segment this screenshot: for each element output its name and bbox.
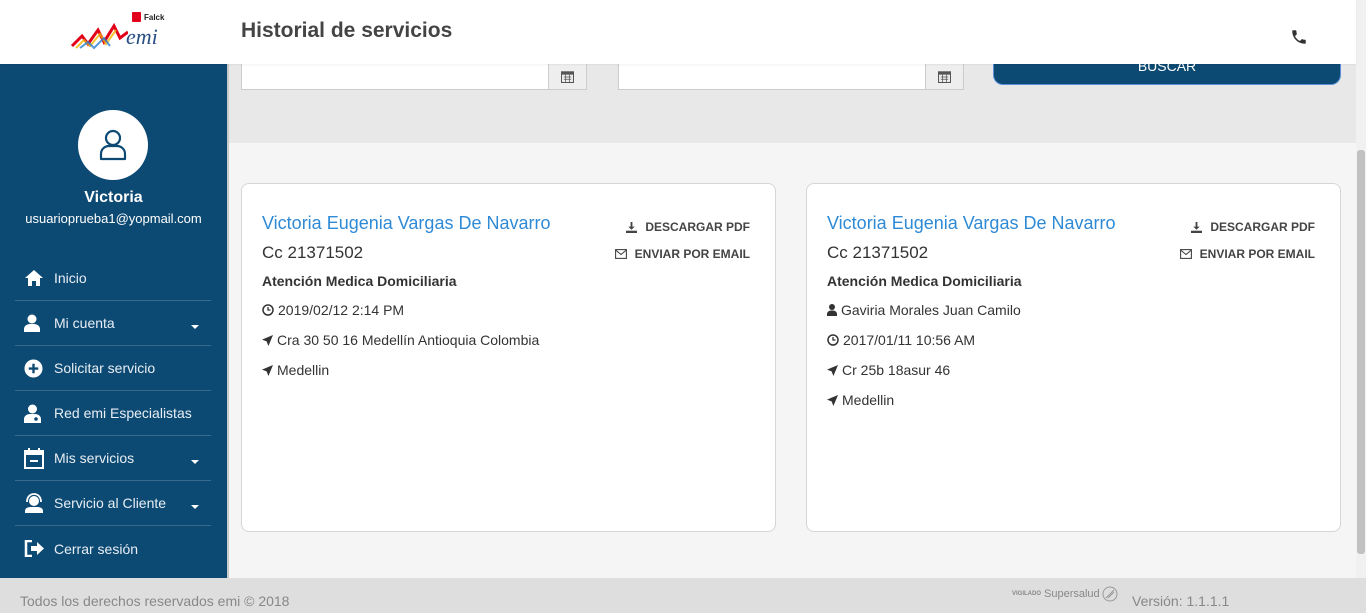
service-city: Medellin: [262, 362, 329, 378]
service-card: Victoria Eugenia Vargas De Navarro Cc 21…: [241, 183, 776, 532]
service-city: Medellin: [827, 392, 894, 408]
supersalud-label: Supersalud: [1044, 588, 1100, 600]
sidebar-item-red-emi-especialistas[interactable]: Red emi Especialistas: [15, 391, 211, 436]
sidebar-item-mi-cuenta[interactable]: Mi cuenta: [15, 301, 211, 346]
footer: Todos los derechos reservados emi © 2018…: [0, 578, 1366, 613]
service-date-text: 2019/02/12 2:14 PM: [278, 302, 405, 318]
download-pdf-label: DESCARGAR PDF: [645, 220, 750, 234]
download-icon: [1191, 221, 1203, 233]
sidebar: Victoria usuarioprueba1@yopmail.com Inic…: [0, 64, 227, 578]
service-city-text: Medellin: [842, 392, 895, 408]
scrollbar-thumb[interactable]: [1357, 150, 1365, 554]
sidebar-item-inicio[interactable]: Inicio: [15, 256, 211, 301]
location-arrow-icon: [262, 334, 273, 346]
calendar-icon[interactable]: [548, 64, 586, 89]
falck-logo-text: Falck: [144, 13, 165, 22]
search-filters: BUSCAR: [229, 64, 1356, 143]
clock-icon: [262, 304, 274, 316]
supersalud-logo-icon: [1102, 586, 1118, 602]
avatar[interactable]: [78, 110, 148, 180]
download-pdf-button[interactable]: DESCARGAR PDF: [1191, 220, 1315, 234]
sidebar-item-solicitar-servicio[interactable]: Solicitar servicio: [15, 346, 211, 391]
patient-id: Cc 21371502: [262, 243, 364, 262]
service-address-text: Cra 30 50 16 Medellín Antioquia Colombia: [277, 332, 540, 348]
emi-logo-text: emi: [126, 24, 158, 49]
service-date: 2019/02/12 2:14 PM: [262, 302, 404, 318]
location-arrow-icon: [827, 364, 838, 376]
service-doctor: Gaviria Morales Juan Camilo: [827, 302, 1021, 318]
sidebar-item-cerrar-sesion[interactable]: Cerrar sesión: [15, 526, 211, 571]
falck-logo-icon: [132, 12, 141, 22]
send-email-label: ENVIAR POR EMAIL: [1199, 247, 1315, 261]
search-button[interactable]: BUSCAR: [993, 64, 1341, 85]
sidebar-item-mis-servicios[interactable]: Mis servicios: [15, 436, 211, 481]
calendar-icon[interactable]: [925, 64, 963, 89]
chevron-down-icon: [191, 505, 199, 509]
location-arrow-icon: [262, 364, 273, 376]
sidebar-item-label: Mis servicios: [54, 450, 135, 466]
supersalud-seal: VIGILADO Supersalud: [1012, 586, 1118, 602]
emi-wave-icon: [70, 22, 128, 50]
service-city-text: Medellin: [277, 362, 330, 378]
service-card: Victoria Eugenia Vargas De Navarro Cc 21…: [806, 183, 1341, 532]
patient-name[interactable]: Victoria Eugenia Vargas De Navarro: [827, 213, 1115, 234]
user-email: usuarioprueba1@yopmail.com: [25, 211, 202, 226]
emi-logo[interactable]: Falck emi: [70, 12, 170, 52]
sidebar-item-label: Red emi Especialistas: [54, 405, 192, 421]
services-list: Victoria Eugenia Vargas De Navarro Cc 21…: [229, 143, 1356, 578]
service-doctor-text: Gaviria Morales Juan Camilo: [841, 302, 1021, 318]
chevron-down-icon: [191, 460, 199, 464]
send-email-button[interactable]: ENVIAR POR EMAIL: [1179, 247, 1315, 261]
top-header: Falck emi Historial de servicios: [0, 0, 1356, 64]
home-icon: [24, 267, 48, 289]
download-pdf-button[interactable]: DESCARGAR PDF: [626, 220, 750, 234]
sidebar-item-label: Servicio al Cliente: [54, 495, 167, 511]
sidebar-item-label: Mi cuenta: [54, 315, 115, 331]
chevron-down-icon: [191, 325, 199, 329]
user-name: Victoria: [84, 189, 143, 206]
patient-id: Cc 21371502: [827, 243, 929, 262]
service-date-text: 2017/01/11 10:56 AM: [843, 332, 976, 348]
sidebar-menu: Inicio Mi cuenta Solicitar servicio Red …: [15, 256, 211, 571]
send-email-button[interactable]: ENVIAR POR EMAIL: [614, 247, 750, 261]
service-address: Cr 25b 18asur 46: [827, 362, 950, 378]
patient-name[interactable]: Victoria Eugenia Vargas De Navarro: [262, 213, 550, 234]
user-icon: [24, 312, 48, 334]
download-icon: [626, 221, 638, 233]
service-type: Atención Medica Domiciliaria: [827, 273, 1022, 289]
user-icon: [827, 304, 837, 316]
phone-icon[interactable]: [1290, 28, 1308, 46]
envelope-icon: [1179, 249, 1192, 259]
sidebar-item-label: Solicitar servicio: [54, 360, 156, 376]
version-text: Versión: 1.1.1.1: [1132, 593, 1230, 609]
location-arrow-icon: [827, 394, 838, 406]
page-title: Historial de servicios: [241, 19, 453, 42]
headset-icon: [24, 492, 48, 514]
send-email-label: ENVIAR POR EMAIL: [634, 247, 750, 261]
download-pdf-label: DESCARGAR PDF: [1210, 220, 1315, 234]
envelope-icon: [614, 249, 627, 259]
sidebar-item-servicio-al-cliente[interactable]: Servicio al Cliente: [15, 481, 211, 526]
page-scrollbar[interactable]: [1356, 0, 1366, 578]
service-address-text: Cr 25b 18asur 46: [842, 362, 951, 378]
user-outline-icon: [99, 129, 127, 161]
calendar-icon: [24, 447, 48, 469]
date-to-field[interactable]: [618, 64, 964, 90]
vigilado-label: VIGILADO: [1012, 591, 1042, 597]
sign-out-icon: [24, 538, 48, 560]
service-type: Atención Medica Domiciliaria: [262, 273, 457, 289]
service-address: Cra 30 50 16 Medellín Antioquia Colombia: [262, 332, 539, 348]
plus-circle-icon: [24, 357, 48, 379]
doctor-icon: [24, 402, 48, 424]
sidebar-item-label: Inicio: [54, 270, 87, 286]
date-from-field[interactable]: [241, 64, 587, 90]
search-button-label: BUSCAR: [1137, 64, 1197, 74]
service-date: 2017/01/11 10:56 AM: [827, 332, 975, 348]
sidebar-item-label: Cerrar sesión: [54, 540, 139, 557]
clock-icon: [827, 334, 839, 346]
copyright-text: Todos los derechos reservados emi © 2018: [20, 593, 290, 609]
